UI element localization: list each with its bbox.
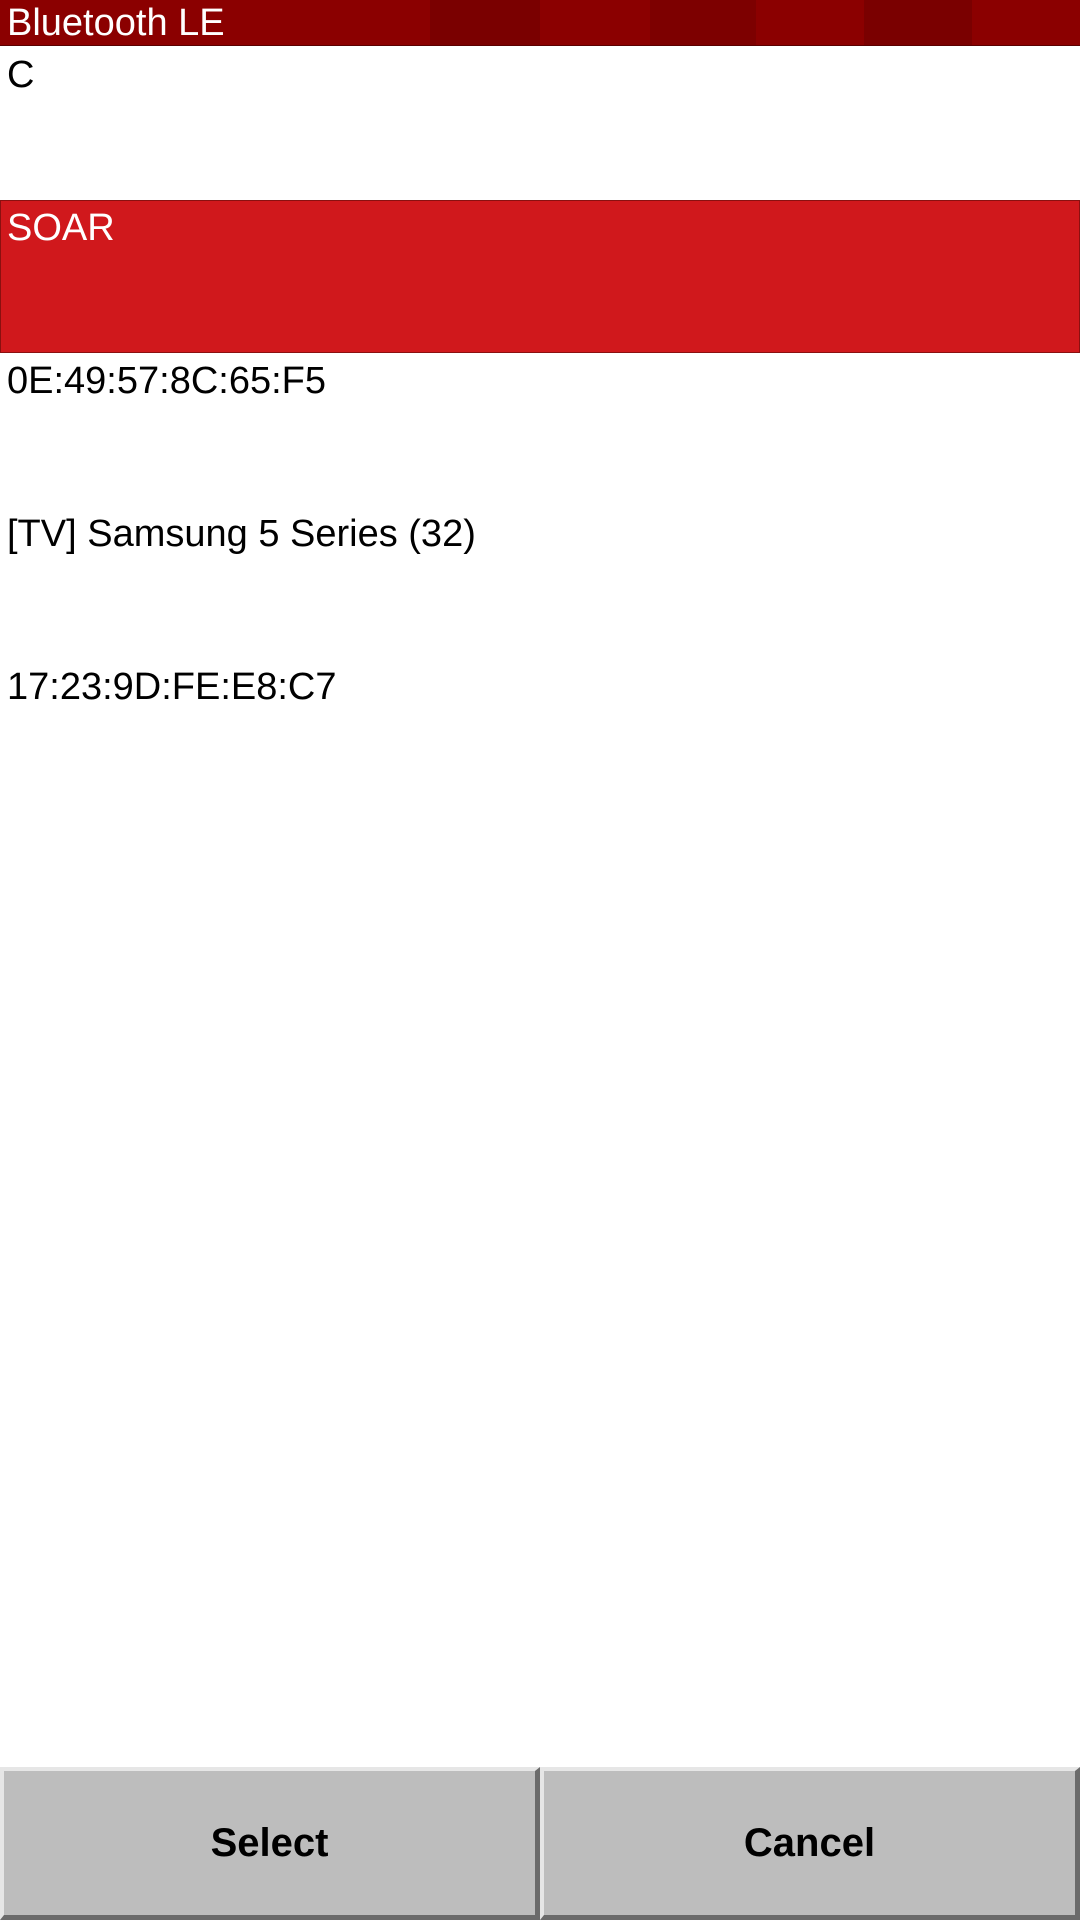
list-item[interactable]: 17:23:9D:FE:E8:C7	[0, 659, 1080, 812]
list-item-selected[interactable]: SOAR	[0, 200, 1080, 353]
device-name-label: [TV] Samsung 5 Series (32)	[7, 513, 476, 555]
cancel-button[interactable]: Cancel	[540, 1767, 1080, 1920]
window-title: Bluetooth LE	[7, 2, 225, 44]
button-bar: Select Cancel	[0, 1767, 1080, 1920]
device-name-label: C	[7, 54, 35, 96]
list-item[interactable]: 0E:49:57:8C:65:F5	[0, 353, 1080, 506]
device-name-label: SOAR	[7, 207, 115, 249]
bluetooth-le-dialog: Bluetooth LE C SOAR 0E:49:57:8C:65:F5 [T…	[0, 0, 1080, 1920]
device-list: C SOAR 0E:49:57:8C:65:F5 [TV] Samsung 5 …	[0, 47, 1080, 1767]
list-item[interactable]: C	[0, 47, 1080, 200]
select-button[interactable]: Select	[0, 1767, 540, 1920]
device-address-label: 0E:49:57:8C:65:F5	[7, 360, 326, 402]
device-address-label: 17:23:9D:FE:E8:C7	[7, 666, 337, 708]
list-item[interactable]: [TV] Samsung 5 Series (32)	[0, 506, 1080, 659]
title-bar: Bluetooth LE	[0, 0, 1080, 46]
